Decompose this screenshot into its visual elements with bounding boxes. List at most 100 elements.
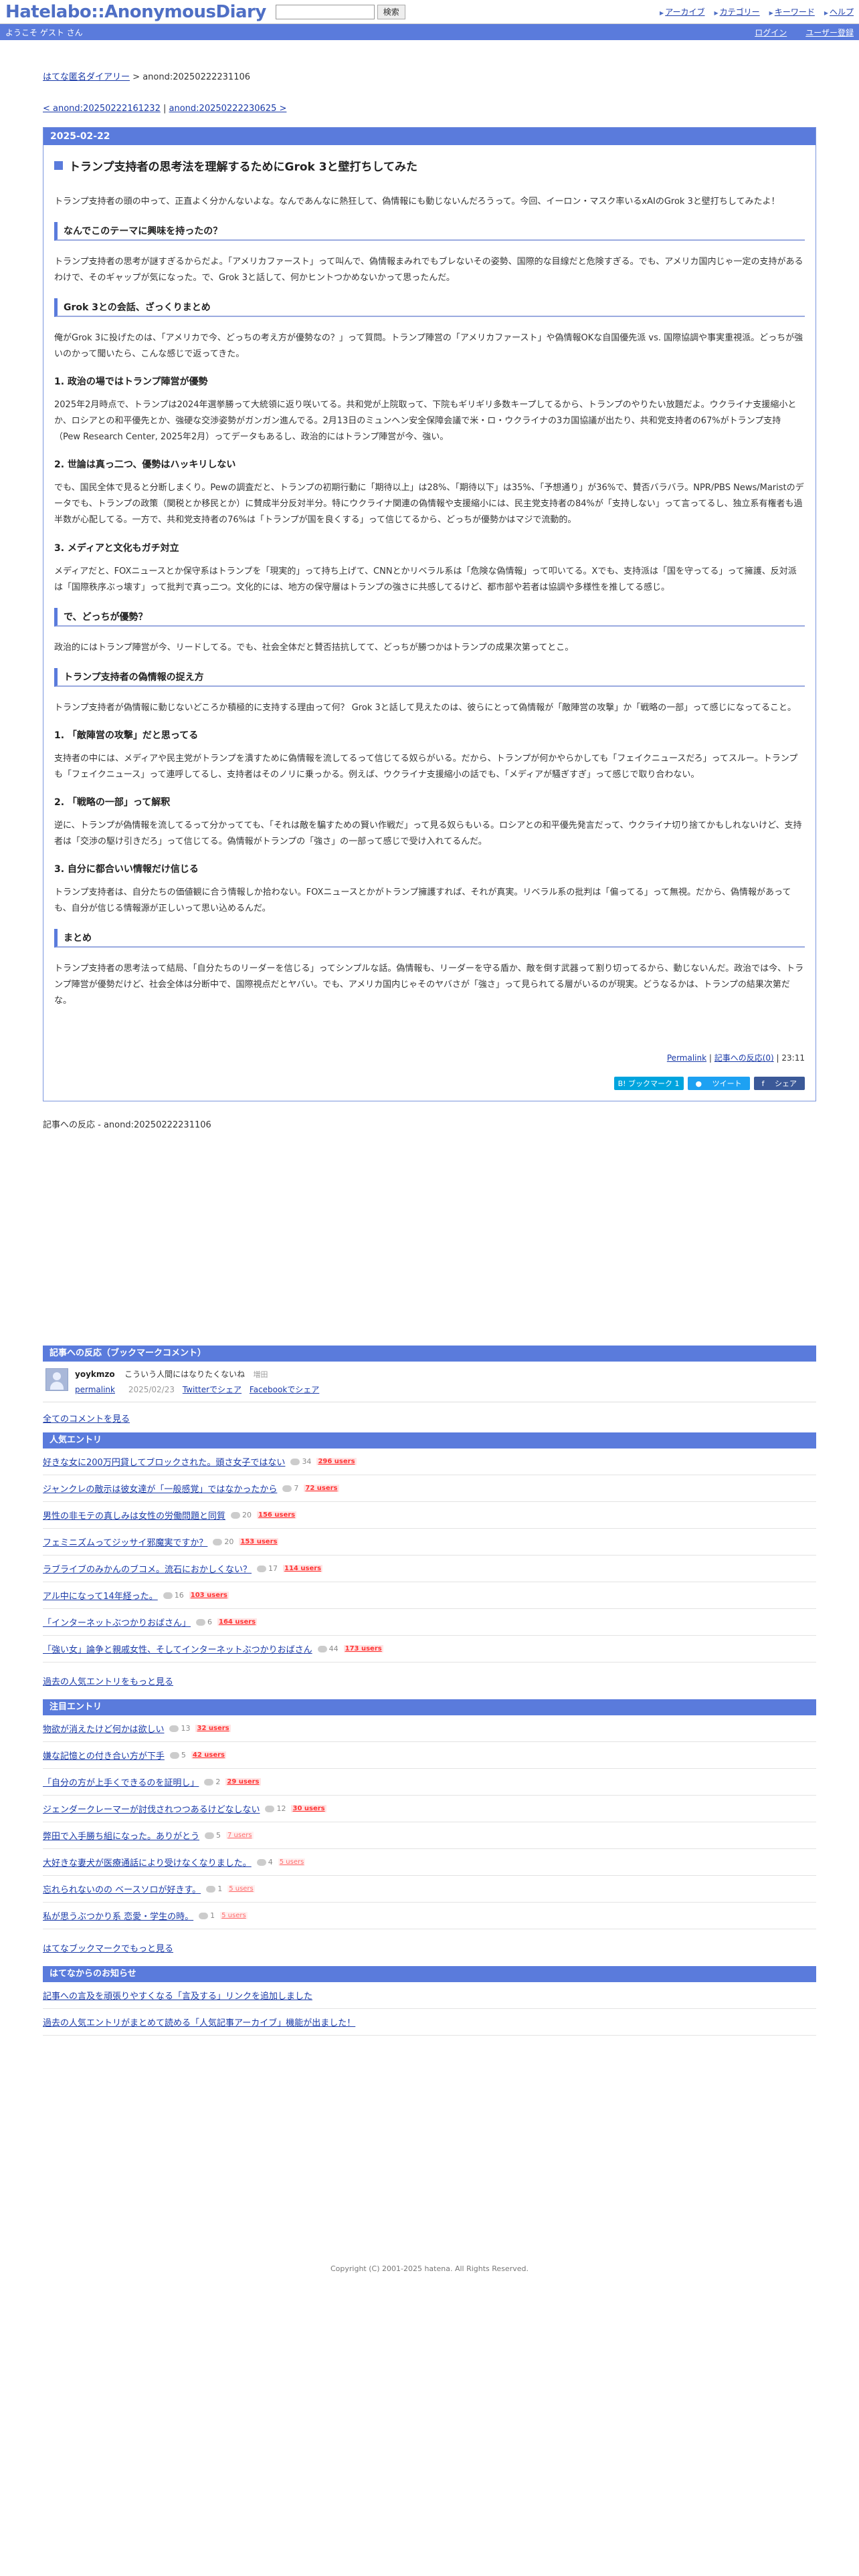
comment-count[interactable]: 12 [265, 1804, 286, 1813]
nav-category[interactable]: カテゴリー [714, 6, 760, 17]
users-badge[interactable]: 32 users [195, 1725, 231, 1733]
bookmark-comments-title: 記事への反応（ブックマークコメント） [43, 1346, 816, 1362]
entry-time: 23:11 [781, 1053, 805, 1063]
entry-link[interactable]: 私が思うぶつかり系 恋愛・学生の時。 [43, 1909, 193, 1922]
entry-link[interactable]: 好きな女に200万円貸してブロックされた。頭さ女子ではない [43, 1455, 285, 1468]
entry-link[interactable]: 大好きな妻犬が医療通話により受けなくなりました。 [43, 1856, 252, 1868]
entry-link[interactable]: ジェンダークレーマーが討伐されつつあるけどなしない [43, 1802, 260, 1815]
comment-count[interactable]: 5 [205, 1831, 221, 1840]
facebook-share-link[interactable]: Facebookでシェア [250, 1385, 319, 1394]
breadcrumb-site-link[interactable]: はてな匿名ダイアリー [43, 72, 130, 82]
section-text-1: トランプ支持者の思考が謎すぎるからだよ。「アメリカファースト」って叫んで、偽情報… [54, 257, 803, 284]
comment-count-value: 1 [210, 1911, 215, 1921]
comment-bubble-icon [290, 1458, 300, 1465]
entry-link[interactable]: 忘れられないのの ベースソロが好きす。 [43, 1883, 201, 1895]
point-text-1: 2025年2月時点で、トランプは2024年選挙勝って大統領に返り咲いてる。共和党… [54, 400, 797, 443]
bookmark-comment: yoykmzo こういう人間にはなりたくないね 増田 permalink 202… [43, 1362, 816, 1403]
entry-link[interactable]: フェミニズムってジッサイ邪魔実ですか？ [43, 1535, 207, 1548]
users-badge[interactable]: 103 users [189, 1592, 229, 1600]
entry-link[interactable]: 「自分の方が上手くできるのを証明し」 [43, 1776, 199, 1788]
entry-link[interactable]: ラブライブのみかんのブコメ。流石におかしくない？ [43, 1562, 252, 1575]
notices-title: はてなからのお知らせ [43, 1966, 816, 1983]
users-badge[interactable]: 7 users [226, 1832, 254, 1840]
reactions-link[interactable]: 記事への反応(0) [714, 1053, 774, 1063]
prev-entry-link[interactable]: < anond:20250222161232 [43, 104, 161, 114]
twitter-share-link[interactable]: Twitterでシェア [183, 1385, 242, 1394]
users-badge[interactable]: 173 users [343, 1645, 383, 1653]
comment-count[interactable]: 44 [317, 1644, 339, 1654]
bookmark-button[interactable]: B! ブックマーク 1 [613, 1077, 684, 1091]
comment-count[interactable]: 7 [282, 1484, 298, 1493]
nav-archive[interactable]: アーカイブ [660, 6, 704, 17]
next-entry-link[interactable]: anond:20250222230625 > [169, 104, 287, 114]
entry-link[interactable]: 弊田で入手勝ち組になった。ありがとう [43, 1829, 199, 1842]
permalink-link[interactable]: Permalink [667, 1053, 706, 1063]
featured-more-link[interactable]: はてなブックマークでもっと見る [43, 1941, 816, 1954]
comment-count[interactable]: 16 [163, 1591, 184, 1600]
entry-link[interactable]: 「インターネットぶつかりおばさん」 [43, 1616, 191, 1628]
top-bar: Hatelabo::AnonymousDiary 検索 アーカイブ カテゴリー … [0, 0, 859, 24]
comment-count-value: 13 [181, 1724, 191, 1733]
comment-count[interactable]: 6 [196, 1618, 212, 1626]
site-logo[interactable]: Hatelabo::AnonymousDiary [5, 2, 266, 22]
copyright: Copyright (C) 2001-2025 hatena. All Righ… [330, 2264, 529, 2274]
entry-link[interactable]: 嫌な記憶との付き合い方が下手 [43, 1749, 165, 1761]
users-badge[interactable]: 30 users [291, 1805, 326, 1813]
facebook-share-button[interactable]: f シェア [753, 1077, 805, 1091]
users-badge[interactable]: 5 users [227, 1885, 255, 1893]
avatar[interactable] [45, 1368, 68, 1392]
comment-count[interactable]: 4 [256, 1858, 273, 1866]
reactions-heading: 記事への反応 - anond:20250222231106 [43, 1120, 211, 1131]
users-badge[interactable]: 5 users [220, 1912, 248, 1920]
users-badge[interactable]: 114 users [283, 1565, 323, 1573]
login-link[interactable]: ログイン [755, 27, 787, 38]
comment-count[interactable]: 20 [231, 1511, 252, 1519]
tweet-button[interactable]: ● ツイート [687, 1077, 750, 1091]
register-link[interactable]: ユーザー登録 [805, 27, 854, 38]
comment-count[interactable]: 20 [213, 1537, 233, 1546]
entry-link[interactable]: 物欲が消えたけど何かは欲しい [43, 1722, 164, 1735]
entry-link[interactable]: 「強い女」論争と親戚女性、そしてインターネットぶつかりおばさん [43, 1642, 312, 1655]
nav-help[interactable]: ヘルプ [824, 6, 854, 17]
users-badge[interactable]: 42 users [191, 1751, 227, 1759]
search-button[interactable]: 検索 [377, 4, 405, 19]
entry-link[interactable]: ジャンクレの敵示は彼女達が「一般感覚」ではなかったから [43, 1482, 277, 1495]
comment-count[interactable]: 5 [169, 1751, 186, 1759]
users-badge[interactable]: 72 users [304, 1485, 339, 1493]
comment-count[interactable]: 1 [199, 1911, 215, 1920]
comment-count[interactable]: 2 [204, 1778, 220, 1786]
users-badge[interactable]: 5 users [278, 1858, 306, 1866]
entry-date: 2025-02-22 [43, 128, 816, 145]
bookmark-permalink[interactable]: permalink [75, 1385, 115, 1394]
popular-more-link[interactable]: 過去の人気エントリをもっと見る [43, 1675, 816, 1687]
comment-count[interactable]: 17 [257, 1564, 278, 1573]
section-heading-5: まとめ [54, 928, 805, 948]
notice-link-1[interactable]: 記事への言及を頑張りやすくなる「言及する」リンクを追加しました [43, 1992, 312, 2002]
bookmark-tag[interactable]: 増田 [254, 1370, 268, 1379]
list-item: 物欲が消えたけど何かは欲しい 13 32 users [43, 1715, 816, 1743]
comment-count-value: 44 [328, 1644, 339, 1654]
users-badge[interactable]: 153 users [239, 1538, 279, 1546]
users-badge[interactable]: 29 users [225, 1778, 261, 1786]
users-badge[interactable]: 156 users [257, 1511, 297, 1519]
bookmark-date: 2025/02/23 [128, 1385, 175, 1395]
comment-count-value: 1 [217, 1885, 223, 1894]
notice-link-2[interactable]: 過去の人気エントリがまとめて読める「人気記事アーカイブ」機能が出ました！ [43, 2018, 355, 2028]
comment-count[interactable]: 1 [206, 1885, 222, 1893]
search-input[interactable] [275, 4, 375, 19]
entry-link[interactable]: アル中になって14年経った。 [43, 1589, 158, 1602]
users-badge[interactable]: 296 users [316, 1458, 357, 1466]
comment-count[interactable]: 34 [290, 1457, 311, 1466]
entry-link[interactable]: 男性の非モテの真しみは女性の労働問題と同質 [43, 1509, 225, 1521]
popular-entries: 人気エントリ 好きな女に200万円貸してブロックされた。頭さ女子ではない 34 29… [43, 1432, 816, 1687]
users-badge[interactable]: 164 users [217, 1618, 258, 1626]
list-item: フェミニズムってジッサイ邪魔実ですか？ 20 153 users [43, 1529, 816, 1556]
nav-keyword[interactable]: キーワード [769, 6, 815, 17]
comment-count[interactable]: 13 [169, 1724, 190, 1733]
bookmark-user[interactable]: yoykmzo [75, 1370, 115, 1379]
all-comments-link[interactable]: 全てのコメントを見る [43, 1414, 130, 1424]
tweet-label: ツイート [712, 1079, 742, 1089]
share-buttons: B! ブックマーク 1 ● ツイート f シェア [54, 1077, 805, 1091]
entry-title[interactable]: トランプ支持者の思考法を理解するためにGrok 3と壁打ちしてみた [54, 157, 805, 174]
comment-count-value: 2 [215, 1778, 221, 1787]
